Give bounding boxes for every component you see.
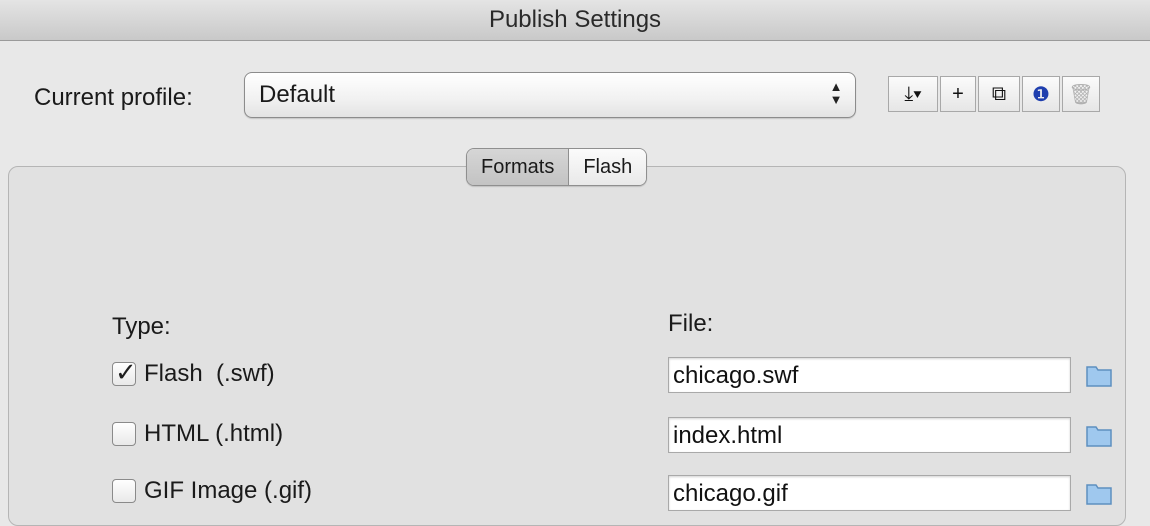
file-field-swf[interactable] <box>668 357 1071 393</box>
formats-panel <box>8 166 1126 526</box>
type-column-header: Type: <box>112 313 171 340</box>
folder-icon <box>1086 484 1112 505</box>
info-icon: ❶ <box>1032 83 1050 106</box>
delete-profile-button[interactable]: 🗑 <box>1062 76 1100 112</box>
file-field-gif[interactable] <box>668 475 1071 511</box>
settings-tabs: Formats Flash <box>466 148 648 186</box>
format-row-html: HTML (.html) <box>112 417 283 451</box>
format-row-swf: ✓ Flash (.swf) <box>112 357 275 391</box>
checkbox-flash-swf[interactable]: ✓ <box>112 357 137 387</box>
tab-flash[interactable]: Flash <box>569 149 647 185</box>
browse-button-gif[interactable] <box>1082 476 1116 510</box>
select-stepper-icon: ▲ ▼ <box>829 79 843 107</box>
checkbox-gif[interactable] <box>112 479 136 503</box>
format-label-gif: GIF Image (.gif) <box>144 477 313 504</box>
window-title-bar: Publish Settings <box>0 0 1150 41</box>
folder-icon <box>1086 366 1112 387</box>
file-column-header: File: <box>668 310 714 337</box>
checkbox-html[interactable] <box>112 422 136 446</box>
profile-label: Current profile: <box>34 84 193 111</box>
window-title: Publish Settings <box>488 6 662 33</box>
file-field-html[interactable] <box>668 417 1071 453</box>
profile-info-button[interactable]: ❶ <box>1022 76 1060 112</box>
browse-button-swf[interactable] <box>1082 358 1116 392</box>
import-export-button[interactable]: ⤓▾ <box>888 76 938 112</box>
checkmark-icon: ✓ <box>115 357 137 387</box>
browse-button-html[interactable] <box>1082 418 1116 452</box>
profile-select-value: Default <box>259 81 336 108</box>
format-row-gif: GIF Image (.gif) <box>112 474 312 508</box>
folder-icon <box>1086 426 1112 447</box>
add-icon: + <box>952 82 964 105</box>
import-export-icon: ⤓▾ <box>904 82 922 105</box>
profile-toolbar: ⤓▾ + ⧉ ❶ 🗑 <box>888 76 1118 112</box>
format-label-swf: Flash (.swf) <box>144 360 275 387</box>
trash-icon: 🗑 <box>1068 83 1094 106</box>
profile-select[interactable]: Default ▲ ▼ <box>244 72 856 118</box>
duplicate-profile-button[interactable]: ⧉ <box>978 76 1020 112</box>
tab-formats[interactable]: Formats <box>467 149 570 185</box>
format-label-html: HTML (.html) <box>144 420 284 447</box>
duplicate-icon: ⧉ <box>991 82 1007 105</box>
add-profile-button[interactable]: + <box>940 76 976 112</box>
